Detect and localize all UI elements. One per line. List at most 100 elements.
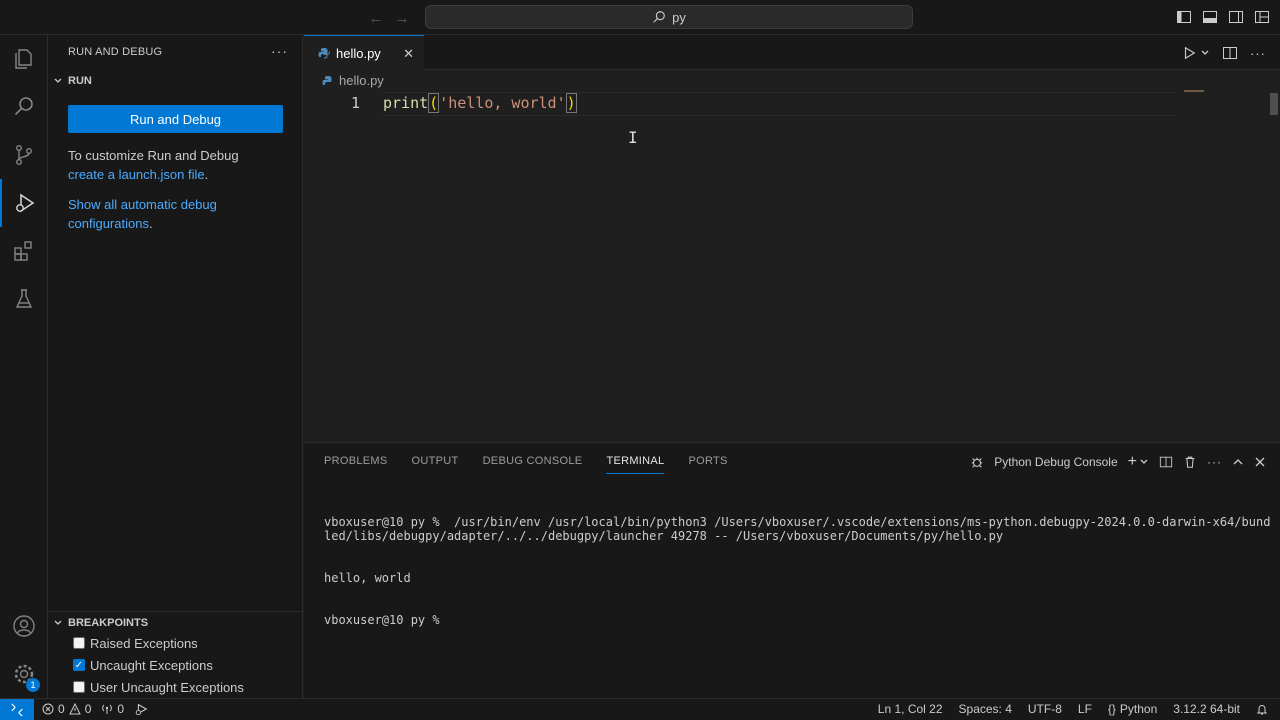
- customize-text: To customize Run and Debug create a laun…: [68, 146, 288, 184]
- toggle-secondary-sidebar-icon[interactable]: [1228, 9, 1244, 25]
- code-string: 'hello, world': [439, 94, 566, 112]
- tab-hello-py[interactable]: hello.py ✕: [304, 35, 424, 70]
- extensions-icon[interactable]: [0, 227, 48, 275]
- editor-tabs: hello.py ✕: [304, 35, 1280, 70]
- trash-icon[interactable]: [1183, 455, 1197, 469]
- search-icon[interactable]: [0, 83, 48, 131]
- language-mode[interactable]: {} Python: [1108, 702, 1157, 716]
- cursor-position[interactable]: Ln 1, Col 22: [878, 702, 943, 716]
- arrow-left-icon[interactable]: ←: [366, 8, 386, 28]
- split-editor-icon[interactable]: [1222, 45, 1238, 61]
- run-section-label: RUN: [68, 75, 92, 87]
- maximize-panel-chevron-up-icon[interactable]: [1232, 456, 1244, 468]
- more-actions-icon[interactable]: ···: [1250, 46, 1266, 61]
- chevron-down-icon[interactable]: [1139, 457, 1149, 467]
- editor-scrollbar[interactable]: [1270, 93, 1278, 115]
- search-icon: [653, 11, 665, 23]
- tab-ports[interactable]: PORTS: [688, 453, 727, 474]
- customize-layout-icon[interactable]: [1254, 9, 1270, 25]
- show-debug-configurations-link[interactable]: Show all automatic debug configurations: [68, 197, 217, 231]
- warning-icon: [68, 703, 81, 715]
- editor-area[interactable]: [304, 90, 1280, 442]
- show-configs-text: Show all automatic debug configurations.: [68, 195, 288, 233]
- debug-console-bug-icon: [971, 457, 983, 468]
- tab-output[interactable]: OUTPUT: [412, 453, 459, 474]
- run-section-header[interactable]: RUN: [48, 70, 303, 92]
- debug-launch-icon[interactable]: [134, 702, 148, 716]
- breakpoint-raised-exceptions[interactable]: Raised Exceptions: [73, 632, 198, 654]
- breakpoint-label: User Uncaught Exceptions: [90, 679, 244, 695]
- tab-label: hello.py: [336, 45, 381, 61]
- minimap[interactable]: [1184, 90, 1204, 92]
- code-line[interactable]: print('hello, world'): [383, 93, 577, 113]
- explorer-icon[interactable]: [0, 35, 48, 83]
- breakpoint-label: Uncaught Exceptions: [90, 657, 213, 673]
- terminal-line: hello, world: [324, 571, 411, 585]
- ports-count: 0: [117, 702, 125, 716]
- testing-icon[interactable]: [0, 275, 48, 323]
- ports-indicator[interactable]: 0: [101, 702, 124, 716]
- breakpoint-user-uncaught-exceptions[interactable]: User Uncaught Exceptions: [73, 676, 244, 698]
- command-center-search[interactable]: py: [425, 5, 913, 29]
- terminal-name[interactable]: Python Debug Console: [994, 455, 1117, 469]
- more-actions-icon[interactable]: ···: [271, 43, 288, 59]
- breakpoints-section-header[interactable]: BREAKPOINTS: [48, 611, 303, 633]
- sidebar: RUN AND DEBUG ··· RUN Run and Debug To c…: [48, 35, 303, 698]
- arrow-right-icon[interactable]: →: [392, 8, 412, 28]
- breakpoint-label: Raised Exceptions: [90, 635, 198, 651]
- customize-period: .: [204, 167, 209, 182]
- search-text: py: [672, 9, 686, 25]
- code-function: print: [383, 94, 429, 112]
- radio-tower-icon: [102, 704, 113, 714]
- encoding[interactable]: UTF-8: [1028, 702, 1062, 716]
- toggle-panel-icon[interactable]: [1202, 9, 1218, 25]
- problems-indicator[interactable]: 0 0: [42, 702, 91, 716]
- tab-debug-console[interactable]: DEBUG CONSOLE: [483, 453, 583, 474]
- source-control-icon[interactable]: [0, 131, 48, 179]
- checkbox[interactable]: [73, 637, 85, 649]
- manage-gear-icon[interactable]: 1: [0, 650, 48, 698]
- run-and-debug-icon[interactable]: [0, 179, 48, 227]
- bottom-panel: PROBLEMS OUTPUT DEBUG CONSOLE TERMINAL P…: [304, 442, 1280, 698]
- indentation[interactable]: Spaces: 4: [959, 702, 1012, 716]
- run-python-file-icon[interactable]: [1182, 46, 1196, 60]
- panel-actions: Python Debug Console + ···: [970, 453, 1266, 471]
- title-bar: ← → py: [0, 0, 1280, 35]
- terminal-output[interactable]: vboxuser@10 py % /usr/bin/env /usr/local…: [324, 487, 1274, 655]
- python-file-icon: [322, 75, 332, 85]
- error-icon: [42, 703, 54, 715]
- close-icon[interactable]: ✕: [403, 46, 414, 62]
- terminal-line: vboxuser@10 py % /usr/bin/env /usr/local…: [324, 515, 1271, 543]
- notifications-bell-icon[interactable]: [1256, 703, 1268, 715]
- editor-actions: ···: [1182, 45, 1266, 61]
- code-paren-open: (: [428, 93, 440, 113]
- breakpoint-uncaught-exceptions[interactable]: ✓ Uncaught Exceptions: [73, 654, 213, 676]
- more-actions-icon[interactable]: ···: [1207, 455, 1222, 469]
- line-number: 1: [350, 94, 360, 112]
- run-and-debug-button[interactable]: Run and Debug: [68, 105, 283, 133]
- sidebar-title: RUN AND DEBUG: [68, 46, 163, 58]
- checkbox-checked[interactable]: ✓: [73, 659, 85, 671]
- chevron-down-icon[interactable]: [1200, 48, 1210, 58]
- accounts-icon[interactable]: [0, 602, 48, 650]
- toggle-primary-sidebar-icon[interactable]: [1176, 9, 1192, 25]
- add-terminal-icon[interactable]: +: [1128, 453, 1137, 471]
- tab-problems[interactable]: PROBLEMS: [324, 453, 388, 474]
- checkbox[interactable]: [73, 681, 85, 693]
- breadcrumb[interactable]: hello.py: [322, 73, 384, 88]
- tab-terminal[interactable]: TERMINAL: [606, 453, 665, 474]
- terminal-line: vboxuser@10 py %: [324, 613, 447, 627]
- breadcrumb-file[interactable]: hello.py: [339, 73, 384, 88]
- panel-tabs: PROBLEMS OUTPUT DEBUG CONSOLE TERMINAL P…: [324, 453, 752, 474]
- end-of-line[interactable]: LF: [1078, 702, 1092, 716]
- close-panel-icon[interactable]: [1254, 456, 1266, 468]
- python-interpreter[interactable]: 3.12.2 64-bit: [1173, 702, 1240, 716]
- remote-indicator-icon[interactable]: [0, 699, 34, 720]
- mouse-cursor-icon: I: [628, 128, 638, 147]
- create-launch-json-link[interactable]: create a launch.json file: [68, 167, 205, 182]
- warning-count: 0: [84, 702, 92, 716]
- customize-label: To customize Run and Debug: [68, 148, 239, 163]
- activity-bar: 1: [0, 35, 48, 698]
- language-label: Python: [1119, 702, 1158, 716]
- split-terminal-icon[interactable]: [1159, 455, 1173, 469]
